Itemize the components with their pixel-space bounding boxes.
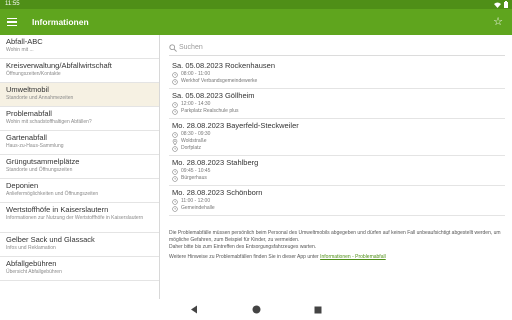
sidebar-item-problemabfall[interactable]: Problemabfall Wohin mit schadstoffhaltig… bbox=[0, 107, 159, 131]
sidebar-item-label: Kreisverwaltung/Abfallwirtschaft bbox=[6, 61, 112, 70]
event-place: Dorfplatz bbox=[181, 145, 202, 151]
event-time: 08:00 - 11:00 bbox=[181, 71, 211, 77]
clock-icon bbox=[172, 131, 178, 138]
sidebar-item-sub: Haus-zu-Haus-Sammlung bbox=[6, 143, 64, 149]
sidebar-item-kreisverwaltung[interactable]: Kreisverwaltung/Abfallwirtschaft Öffnung… bbox=[0, 59, 159, 83]
clock-icon bbox=[172, 108, 178, 115]
list-item[interactable]: Mo. 28.08.2023 Bayerfeld-Steckweiler 08:… bbox=[169, 119, 505, 156]
clock-icon bbox=[172, 71, 178, 78]
sidebar-item-gruengutsammelplaetze[interactable]: Grüngutsammelplätze Standorte und Öffnun… bbox=[0, 155, 159, 179]
home-circle-icon[interactable] bbox=[251, 305, 261, 315]
event-place: Bürgerhaus bbox=[181, 175, 207, 181]
info-text: Die Problemabfälle müssen persönlich bei… bbox=[169, 230, 509, 264]
sidebar-item-label: Gartenabfall bbox=[6, 133, 47, 142]
clock-icon bbox=[172, 175, 178, 182]
event-place: Gemeindehalle bbox=[181, 205, 215, 211]
info-text-line: Weitere Hinweise zu Problemabfällen find… bbox=[169, 254, 319, 260]
event-title: Mo. 28.08.2023 Schönborn bbox=[172, 188, 263, 197]
event-place: Werkhof Verbandsgemeindewerke bbox=[181, 78, 258, 84]
app-bar: Informationen ☆ bbox=[0, 9, 512, 35]
clock-icon bbox=[172, 205, 178, 212]
sidebar-item-gelber-sack[interactable]: Gelber Sack und Glassack Infos und Rekla… bbox=[0, 233, 159, 257]
sidebar-item-label: Gelber Sack und Glassack bbox=[6, 235, 95, 244]
info-paragraph: Weitere Hinweise zu Problemabfällen find… bbox=[169, 254, 509, 261]
sidebar-item-sub: Wohin mit schadstoffhaltigen Abfällen? bbox=[6, 119, 92, 125]
info-link[interactable]: Informationen - Problemabfall bbox=[320, 254, 386, 260]
event-title: Sa. 05.08.2023 Göllheim bbox=[172, 91, 255, 100]
sidebar-item-abfallgebuehren[interactable]: Abfallgebühren Übersicht Abfallgebühren bbox=[0, 257, 159, 281]
status-bar: 11:55 bbox=[0, 0, 512, 9]
info-text-line: Daher bitte bis zum Eintreffen des Entso… bbox=[169, 244, 317, 250]
search-icon bbox=[169, 44, 177, 52]
recents-square-icon[interactable] bbox=[313, 305, 323, 315]
event-list: Sa. 05.08.2023 Rockenhausen 08:00 - 11:0… bbox=[169, 59, 505, 219]
star-outline-icon[interactable]: ☆ bbox=[492, 15, 504, 29]
sidebar: Abfall-ABC Wohin mit ... Kreisverwaltung… bbox=[0, 35, 160, 299]
event-time: 11:00 - 12:00 bbox=[181, 198, 211, 204]
sidebar-item-wertstoffhoefe[interactable]: Wertstoffhöfe in Kaiserslautern Informat… bbox=[0, 203, 159, 233]
sidebar-item-label: Wertstoffhöfe in Kaiserslautern bbox=[6, 205, 109, 214]
info-text-line: Die Problemabfälle müssen persönlich bei… bbox=[169, 230, 501, 243]
sidebar-item-sub: Übersicht Abfallgebühren bbox=[6, 269, 62, 275]
sidebar-item-label: Abfallgebühren bbox=[6, 259, 57, 268]
event-title: Mo. 28.08.2023 Bayerfeld-Steckweiler bbox=[172, 121, 299, 130]
system-nav-bar bbox=[0, 299, 512, 320]
sidebar-item-abfall-abc[interactable]: Abfall-ABC Wohin mit ... bbox=[0, 35, 159, 59]
main-content: Suchen Sa. 05.08.2023 Rockenhausen 08:00… bbox=[161, 35, 512, 299]
event-time: 09:45 - 10:45 bbox=[181, 168, 211, 174]
sidebar-item-sub: Standorte und Öffnungszeiten bbox=[6, 167, 73, 173]
event-title: Mo. 28.08.2023 Stahlberg bbox=[172, 158, 259, 167]
back-triangle-icon[interactable] bbox=[189, 305, 199, 315]
list-item[interactable]: Mo. 28.08.2023 Schönborn 11:00 - 12:00 G… bbox=[169, 186, 505, 216]
clock-icon bbox=[172, 101, 178, 108]
battery-icon bbox=[504, 1, 508, 8]
event-title: Sa. 05.08.2023 Rockenhausen bbox=[172, 61, 275, 70]
status-time: 11:55 bbox=[5, 1, 20, 7]
sidebar-item-label: Problemabfall bbox=[6, 109, 52, 118]
list-item[interactable]: Sa. 05.08.2023 Göllheim 12:00 - 14:30 Pa… bbox=[169, 89, 505, 119]
sidebar-item-sub: Infos und Reklamation bbox=[6, 245, 56, 251]
sidebar-item-label: Umweltmobil bbox=[6, 85, 49, 94]
event-place: Parkplatz Realschule plus bbox=[181, 108, 239, 114]
sidebar-item-label: Deponien bbox=[6, 181, 39, 190]
sidebar-item-deponien[interactable]: Deponien Anliefermöglichkeiten und Öffnu… bbox=[0, 179, 159, 203]
sidebar-item-sub: Informationen zur Nutzung der Wertstoffh… bbox=[6, 215, 144, 221]
list-item[interactable]: Mo. 28.08.2023 Stahlberg 09:45 - 10:45 B… bbox=[169, 156, 505, 186]
event-time: 08:30 - 09:30 bbox=[181, 131, 211, 137]
search-input[interactable]: Suchen bbox=[169, 42, 505, 56]
sidebar-item-gartenabfall[interactable]: Gartenabfall Haus-zu-Haus-Sammlung bbox=[0, 131, 159, 155]
sidebar-item-sub: Wohin mit ... bbox=[6, 47, 34, 53]
sidebar-item-label: Abfall-ABC bbox=[6, 37, 43, 46]
page-title: Informationen bbox=[32, 17, 89, 27]
sidebar-item-sub: Öffnungszeiten/Kontakte bbox=[6, 71, 61, 77]
sidebar-item-label: Grüngutsammelplätze bbox=[6, 157, 80, 166]
info-paragraph: Die Problemabfälle müssen persönlich bei… bbox=[169, 230, 509, 251]
clock-icon bbox=[172, 198, 178, 205]
hamburger-menu-icon[interactable] bbox=[7, 15, 19, 29]
sidebar-item-umweltmobil[interactable]: Umweltmobil Standorte und Annahmezeiten bbox=[0, 83, 159, 107]
event-place: Woldstraße bbox=[181, 138, 207, 144]
wifi-icon bbox=[494, 2, 501, 8]
sidebar-item-sub: Standorte und Annahmezeiten bbox=[6, 95, 74, 101]
clock-icon bbox=[172, 145, 178, 152]
sidebar-item-sub: Anliefermöglichkeiten und Öffnungszeiten bbox=[6, 191, 99, 197]
event-time: 12:00 - 14:30 bbox=[181, 101, 211, 107]
location-pin-icon bbox=[172, 138, 178, 145]
clock-icon bbox=[172, 168, 178, 175]
clock-icon bbox=[172, 78, 178, 85]
search-placeholder: Suchen bbox=[179, 44, 203, 51]
list-item[interactable]: Sa. 05.08.2023 Rockenhausen 08:00 - 11:0… bbox=[169, 59, 505, 89]
